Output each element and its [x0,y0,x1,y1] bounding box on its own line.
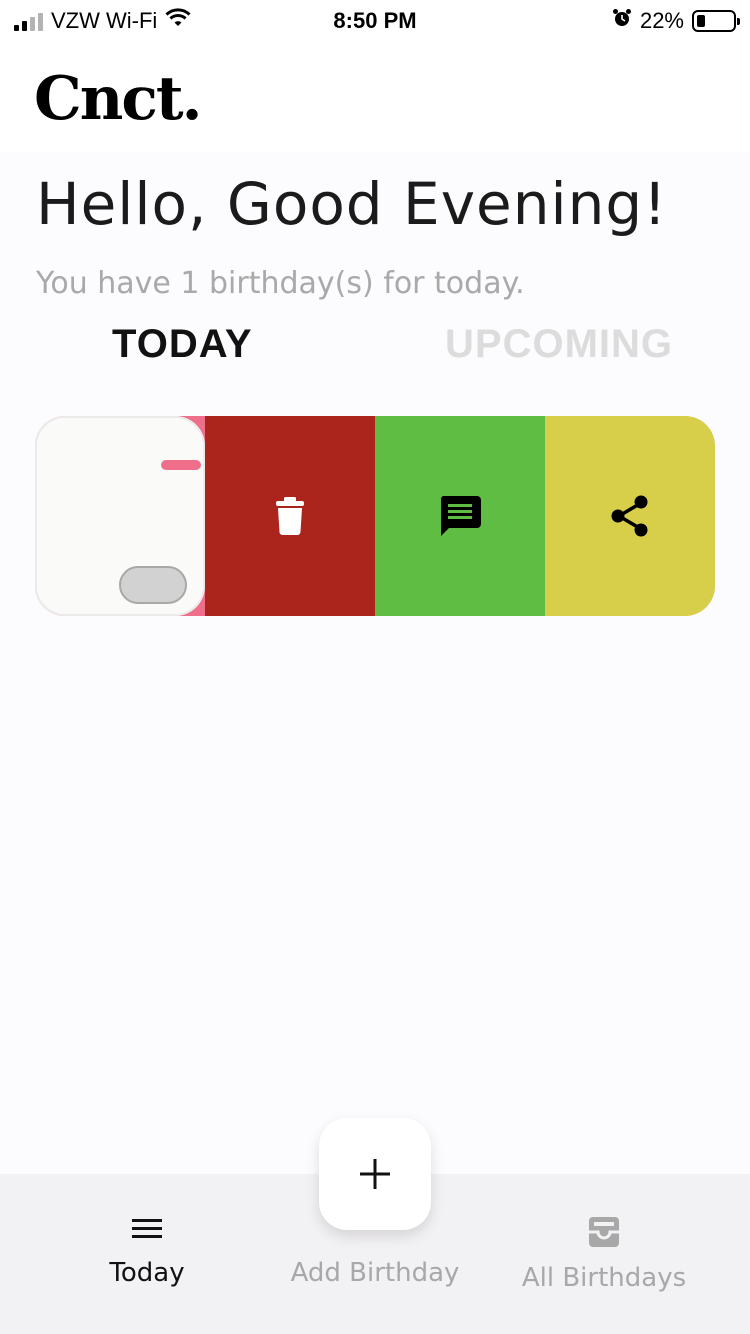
birthday-count-subtitle: You have 1 birthday(s) for today. [36,266,525,301]
trash-icon [276,497,304,535]
nav-add-label: Add Birthday [290,1258,460,1288]
nav-all-birthdays[interactable]: All Birthdays [510,1216,698,1293]
battery-icon [692,10,740,32]
app-logo: Cnct. [34,64,203,134]
alarm-icon [612,8,632,34]
tab-today[interactable]: TODAY [112,322,253,367]
birthday-card-row[interactable] [35,416,715,616]
add-birthday-fab[interactable] [319,1118,431,1230]
tab-upcoming[interactable]: UPCOMING [445,322,673,367]
nav-today[interactable]: Today [92,1216,202,1288]
tab-bar: TODAY UPCOMING [0,322,750,372]
message-button[interactable] [375,416,545,616]
birthday-card[interactable] [35,416,205,616]
nav-add-birthday[interactable]: Add Birthday [275,1258,475,1288]
card-accent-mark [161,460,201,470]
battery-percent: 22% [639,8,684,33]
nav-today-label: Today [109,1258,185,1288]
message-icon [440,496,481,536]
menu-icon [131,1216,163,1248]
share-icon [611,495,648,537]
delete-button[interactable] [205,416,375,616]
inbox-icon [588,1216,620,1248]
nav-all-label: All Birthdays [521,1263,687,1293]
app-header: Cnct. [0,40,750,152]
card-toggle-pill [119,566,187,604]
greeting-title: Hello, Good Evening! [36,170,668,238]
share-button[interactable] [545,416,715,616]
plus-icon [360,1159,390,1189]
status-bar: VZW Wi-Fi 8:50 PM 22% [0,0,750,40]
status-right: 22% [612,8,740,34]
